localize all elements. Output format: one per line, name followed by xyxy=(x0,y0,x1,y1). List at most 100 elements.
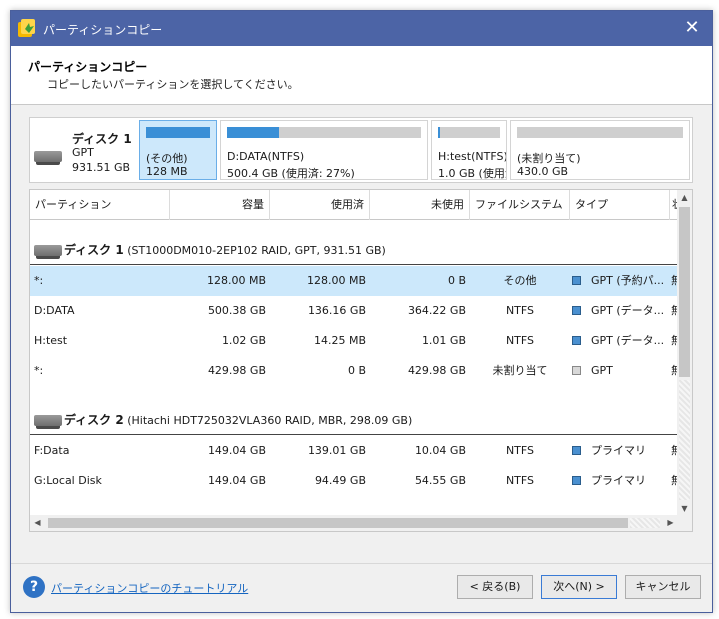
vertical-scrollbar[interactable]: ▲ ▼ xyxy=(677,190,692,516)
table-row[interactable]: *: 429.98 GB 0 B 429.98 GB 未割り当て GPT 無 xyxy=(30,356,681,386)
usage-bar xyxy=(517,127,683,138)
close-icon[interactable]: ✕ xyxy=(680,16,704,40)
scroll-track xyxy=(679,380,690,500)
disk-style: GPT xyxy=(72,146,94,159)
table-row[interactable]: *: 128.00 MB 128.00 MB 0 B その他 GPT (予約パ... 無 xyxy=(30,266,681,296)
usage-bar-fill xyxy=(227,127,279,138)
cell-used: 139.01 GB xyxy=(307,444,366,457)
horizontal-scrollbar[interactable]: ◀ ▶ xyxy=(30,515,692,531)
disk-name: ディスク 1 xyxy=(72,132,132,146)
cell-used: 136.16 GB xyxy=(307,304,366,317)
cell-fs: NTFS xyxy=(505,474,535,487)
disk-map: ディスク 1 GPT 931.51 GB (その他) 128 MB D:DATA… xyxy=(29,117,693,183)
scroll-up-icon[interactable]: ▲ xyxy=(677,190,692,205)
cell-capacity: 128.00 MB xyxy=(206,274,266,287)
back-button[interactable]: < 戻る(B) xyxy=(457,575,533,599)
usage-bar xyxy=(438,127,500,138)
wizard-footer: ? パーティションコピーのチュートリアル < 戻る(B) 次へ(N) > キャン… xyxy=(11,563,712,612)
partition-color-icon xyxy=(572,276,581,285)
partition-block-label: (その他) xyxy=(146,152,188,165)
cell-unused: 0 B xyxy=(447,274,466,287)
table-row[interactable]: G:Local Disk 149.04 GB 94.49 GB 54.55 GB NTF… xyxy=(30,466,681,496)
page-title: パーティションコピー xyxy=(28,60,148,74)
title-bar: パーティションコピー ✕ xyxy=(11,11,712,46)
window-title: パーティションコピー xyxy=(43,23,163,37)
partition-color-icon xyxy=(572,306,581,315)
type-label: GPT (予約パ... xyxy=(591,274,665,287)
scroll-thumb[interactable] xyxy=(48,518,628,528)
disk-drive-icon xyxy=(34,245,62,259)
disk-drive-icon xyxy=(34,415,62,429)
cell-fs: NTFS xyxy=(505,444,535,457)
cell-fs: NTFS xyxy=(505,304,535,317)
wizard-header: パーティションコピー コピーしたいパーティションを選択してください。 xyxy=(11,46,712,105)
cell-unused: 54.55 GB xyxy=(414,474,466,487)
cell-capacity: 149.04 GB xyxy=(207,444,266,457)
partition-block-label: H:test(NTFS) xyxy=(438,150,507,163)
cancel-button[interactable]: キャンセル xyxy=(625,575,701,599)
partition-block-other[interactable]: (その他) 128 MB xyxy=(139,120,217,180)
usage-bar-fill xyxy=(438,127,440,138)
scroll-track xyxy=(630,518,660,528)
scroll-left-icon[interactable]: ◀ xyxy=(30,515,45,531)
disk-drive-icon xyxy=(34,151,62,165)
cell-partition: G:Local Disk xyxy=(34,474,102,487)
usage-bar xyxy=(146,127,210,138)
partition-copy-dialog: パーティションコピー ✕ パーティションコピー コピーしたいパーティションを選択… xyxy=(10,10,713,613)
next-button[interactable]: 次へ(N) > xyxy=(541,575,617,599)
scroll-right-icon[interactable]: ▶ xyxy=(663,515,678,531)
scroll-down-icon[interactable]: ▼ xyxy=(677,501,692,516)
partition-color-icon xyxy=(572,446,581,455)
type-label: GPT (データ... xyxy=(591,304,665,317)
help-icon[interactable]: ? xyxy=(23,576,45,598)
partition-block-d-data[interactable]: D:DATA(NTFS) 500.4 GB (使用済: 27%) xyxy=(220,120,428,180)
type-label: プライマリ xyxy=(591,474,646,487)
disk-name: ディスク 2 xyxy=(64,413,124,427)
cell-fs: その他 xyxy=(503,274,537,287)
partition-color-icon xyxy=(572,366,581,375)
cell-type: GPT (データ... xyxy=(572,326,668,356)
cell-unused: 429.98 GB xyxy=(407,364,466,377)
partition-block-h-test[interactable]: H:test(NTFS) 1.0 GB (使用済 xyxy=(431,120,507,180)
cell-type: GPT (予約パ... xyxy=(572,266,668,296)
partition-block-size: 500.4 GB (使用済: 27%) xyxy=(227,167,355,180)
disk-name: ディスク 1 xyxy=(64,243,124,257)
disk-detail: (ST1000DM010-2EP102 RAID, GPT, 931.51 GB… xyxy=(127,244,386,257)
cell-fs: NTFS xyxy=(505,334,535,347)
col-unused[interactable]: 未使用 xyxy=(370,190,470,220)
disk-row[interactable]: ディスク 1 (ST1000DM010-2EP102 RAID, GPT, 93… xyxy=(30,235,678,265)
cell-type: プライマリ xyxy=(572,436,668,466)
partition-block-size: 128 MB xyxy=(146,165,188,178)
cell-unused: 1.01 GB xyxy=(421,334,466,347)
cell-partition: H:test xyxy=(34,334,68,347)
col-type[interactable]: タイプ xyxy=(570,190,670,220)
table-row[interactable]: F:Data 149.04 GB 139.01 GB 10.04 GB NTFS プライマ… xyxy=(30,436,681,466)
cell-used: 14.25 MB xyxy=(313,334,366,347)
disk-detail: (Hitachi HDT725032VLA360 RAID, MBR, 298.… xyxy=(127,414,413,427)
type-label: GPT xyxy=(591,364,613,377)
table-row[interactable]: H:test 1.02 GB 14.25 MB 1.01 GB NTFS GPT (データ… xyxy=(30,326,681,356)
table-header: パーティション 容量 使用済 未使用 ファイルシステム タイプ 状 xyxy=(30,190,683,220)
scroll-thumb[interactable] xyxy=(679,207,690,377)
partition-block-size: 430.0 GB xyxy=(517,165,569,178)
partition-block-unallocated[interactable]: (未割り当て) 430.0 GB xyxy=(510,120,690,180)
partition-color-icon xyxy=(572,336,581,345)
col-filesystem[interactable]: ファイルシステム xyxy=(470,190,570,220)
col-capacity[interactable]: 容量 xyxy=(170,190,270,220)
col-partition[interactable]: パーティション xyxy=(30,190,170,220)
cell-used: 128.00 MB xyxy=(306,274,366,287)
partition-block-label: (未割り当て) xyxy=(517,152,581,165)
col-used[interactable]: 使用済 xyxy=(270,190,370,220)
cell-type: GPT (データ... xyxy=(572,296,668,326)
cell-type: プライマリ xyxy=(572,466,668,496)
usage-bar xyxy=(227,127,421,138)
disk-row[interactable]: ディスク 2 (Hitachi HDT725032VLA360 RAID, MB… xyxy=(30,405,678,435)
table-row[interactable]: D:DATA 500.38 GB 136.16 GB 364.22 GB NTFS GPT… xyxy=(30,296,681,326)
cell-partition: *: xyxy=(34,364,44,377)
cell-capacity: 429.98 GB xyxy=(207,364,266,377)
cell-partition: D:DATA xyxy=(34,304,75,317)
disk-size: 931.51 GB xyxy=(72,161,131,174)
disk-title: ディスク 2 (Hitachi HDT725032VLA360 RAID, MB… xyxy=(64,405,412,436)
partition-block-label: D:DATA(NTFS) xyxy=(227,150,305,163)
tutorial-link[interactable]: パーティションコピーのチュートリアル xyxy=(51,580,248,596)
